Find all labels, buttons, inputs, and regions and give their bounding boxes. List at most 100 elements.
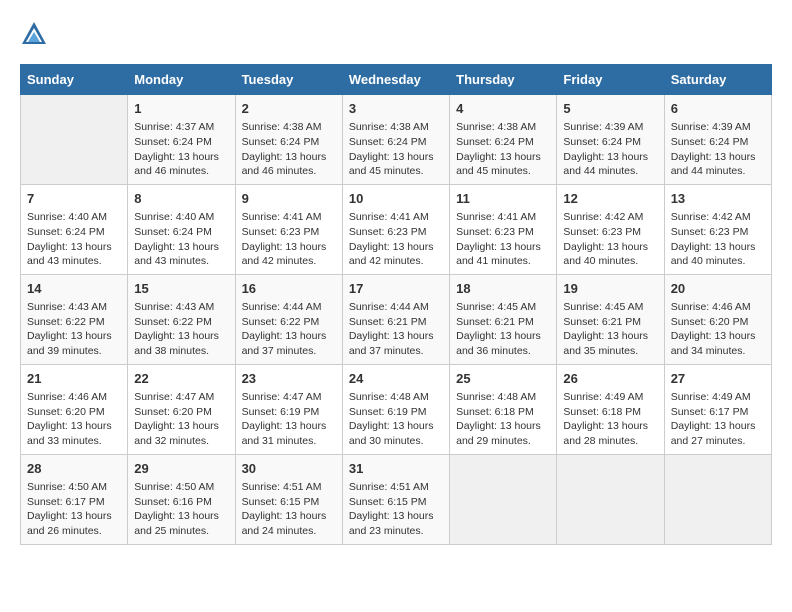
week-row-4: 21 Sunrise: 4:46 AM Sunset: 6:20 PM Dayli… [21, 364, 772, 454]
day-info: Sunrise: 4:51 AM Sunset: 6:15 PM Dayligh… [349, 480, 443, 539]
calendar-cell: 20Sunrise: 4:46 AM Sunset: 6:20 PM Dayli… [664, 274, 771, 364]
calendar-cell: 23 Sunrise: 4:47 AM Sunset: 6:19 PM Dayli… [235, 364, 342, 454]
day-info: Sunrise: 4:40 AM Sunset: 6:24 PM Dayligh… [27, 210, 121, 269]
day-info: Sunrise: 4:50 AM Sunset: 6:17 PM Dayligh… [27, 480, 121, 539]
day-info: Sunrise: 4:37 AM Sunset: 6:24 PM Dayligh… [134, 120, 228, 179]
calendar-cell: 7 Sunrise: 4:40 AM Sunset: 6:24 PM Daylig… [21, 184, 128, 274]
day-number: 3 [349, 100, 443, 118]
day-number: 7 [27, 190, 121, 208]
day-number: 20 [671, 280, 765, 298]
day-info: Sunrise: 4:51 AM Sunset: 6:15 PM Dayligh… [242, 480, 336, 539]
week-row-2: 7 Sunrise: 4:40 AM Sunset: 6:24 PM Daylig… [21, 184, 772, 274]
day-info: Sunrise: 4:43 AM Sunset: 6:22 PM Dayligh… [27, 300, 121, 359]
calendar-cell: 11 Sunrise: 4:41 AM Sunset: 6:23 PM Dayli… [450, 184, 557, 274]
day-header-monday: Monday [128, 65, 235, 95]
day-number: 21 [27, 370, 121, 388]
calendar-cell: 9 Sunrise: 4:41 AM Sunset: 6:23 PM Daylig… [235, 184, 342, 274]
day-number: 19 [563, 280, 657, 298]
calendar-cell [21, 95, 128, 185]
day-number: 12 [563, 190, 657, 208]
calendar-cell: 4 Sunrise: 4:38 AM Sunset: 6:24 PM Daylig… [450, 95, 557, 185]
calendar-cell: 5 Sunrise: 4:39 AM Sunset: 6:24 PM Daylig… [557, 95, 664, 185]
day-header-wednesday: Wednesday [342, 65, 449, 95]
logo-icon [20, 20, 48, 48]
day-number: 27 [671, 370, 765, 388]
day-header-sunday: Sunday [21, 65, 128, 95]
calendar-cell: 21 Sunrise: 4:46 AM Sunset: 6:20 PM Dayli… [21, 364, 128, 454]
page-header [20, 20, 772, 48]
day-number: 15 [134, 280, 228, 298]
calendar-cell: 8 Sunrise: 4:40 AM Sunset: 6:24 PM Daylig… [128, 184, 235, 274]
calendar-cell: 29Sunrise: 4:50 AM Sunset: 6:16 PM Dayli… [128, 454, 235, 544]
calendar-cell: 19 Sunrise: 4:45 AM Sunset: 6:21 PM Dayli… [557, 274, 664, 364]
logo [20, 20, 52, 48]
calendar-cell: 12 Sunrise: 4:42 AM Sunset: 6:23 PM Dayli… [557, 184, 664, 274]
day-number: 4 [456, 100, 550, 118]
day-info: Sunrise: 4:45 AM Sunset: 6:21 PM Dayligh… [456, 300, 550, 359]
day-number: 18 [456, 280, 550, 298]
day-number: 6 [671, 100, 765, 118]
week-row-1: 1 Sunrise: 4:37 AM Sunset: 6:24 PM Daylig… [21, 95, 772, 185]
week-row-5: 28Sunrise: 4:50 AM Sunset: 6:17 PM Dayli… [21, 454, 772, 544]
day-info: Sunrise: 4:41 AM Sunset: 6:23 PM Dayligh… [349, 210, 443, 269]
day-info: Sunrise: 4:40 AM Sunset: 6:24 PM Dayligh… [134, 210, 228, 269]
day-header-thursday: Thursday [450, 65, 557, 95]
day-info: Sunrise: 4:38 AM Sunset: 6:24 PM Dayligh… [349, 120, 443, 179]
calendar-cell: 31Sunrise: 4:51 AM Sunset: 6:15 PM Dayli… [342, 454, 449, 544]
calendar-cell [664, 454, 771, 544]
day-info: Sunrise: 4:48 AM Sunset: 6:19 PM Dayligh… [349, 390, 443, 449]
day-number: 1 [134, 100, 228, 118]
calendar-cell: 30 Sunrise: 4:51 AM Sunset: 6:15 PM Dayli… [235, 454, 342, 544]
day-number: 30 [242, 460, 336, 478]
day-info: Sunrise: 4:47 AM Sunset: 6:20 PM Dayligh… [134, 390, 228, 449]
calendar-cell: 16 Sunrise: 4:44 AM Sunset: 6:22 PM Dayli… [235, 274, 342, 364]
day-info: Sunrise: 4:42 AM Sunset: 6:23 PM Dayligh… [563, 210, 657, 269]
day-header-saturday: Saturday [664, 65, 771, 95]
day-number: 11 [456, 190, 550, 208]
day-info: Sunrise: 4:49 AM Sunset: 6:18 PM Dayligh… [563, 390, 657, 449]
day-info: Sunrise: 4:46 AM Sunset: 6:20 PM Dayligh… [27, 390, 121, 449]
day-number: 8 [134, 190, 228, 208]
day-info: Sunrise: 4:42 AM Sunset: 6:23 PM Dayligh… [671, 210, 765, 269]
day-number: 24 [349, 370, 443, 388]
calendar-cell: 14Sunrise: 4:43 AM Sunset: 6:22 PM Dayli… [21, 274, 128, 364]
day-number: 13 [671, 190, 765, 208]
day-info: Sunrise: 4:39 AM Sunset: 6:24 PM Dayligh… [563, 120, 657, 179]
calendar-table: SundayMondayTuesdayWednesdayThursdayFrid… [20, 64, 772, 545]
calendar-cell: 24 Sunrise: 4:48 AM Sunset: 6:19 PM Dayli… [342, 364, 449, 454]
calendar-cell: 1 Sunrise: 4:37 AM Sunset: 6:24 PM Daylig… [128, 95, 235, 185]
day-number: 22 [134, 370, 228, 388]
calendar-cell: 26 Sunrise: 4:49 AM Sunset: 6:18 PM Dayli… [557, 364, 664, 454]
day-header-friday: Friday [557, 65, 664, 95]
day-number: 9 [242, 190, 336, 208]
day-info: Sunrise: 4:38 AM Sunset: 6:24 PM Dayligh… [456, 120, 550, 179]
day-info: Sunrise: 4:39 AM Sunset: 6:24 PM Dayligh… [671, 120, 765, 179]
calendar-cell: 6 Sunrise: 4:39 AM Sunset: 6:24 PM Daylig… [664, 95, 771, 185]
calendar-cell: 27Sunrise: 4:49 AM Sunset: 6:17 PM Dayli… [664, 364, 771, 454]
day-header-tuesday: Tuesday [235, 65, 342, 95]
calendar-cell: 10 Sunrise: 4:41 AM Sunset: 6:23 PM Dayli… [342, 184, 449, 274]
calendar-cell: 18 Sunrise: 4:45 AM Sunset: 6:21 PM Dayli… [450, 274, 557, 364]
header-row: SundayMondayTuesdayWednesdayThursdayFrid… [21, 65, 772, 95]
calendar-cell: 28Sunrise: 4:50 AM Sunset: 6:17 PM Dayli… [21, 454, 128, 544]
day-number: 2 [242, 100, 336, 118]
day-info: Sunrise: 4:47 AM Sunset: 6:19 PM Dayligh… [242, 390, 336, 449]
week-row-3: 14Sunrise: 4:43 AM Sunset: 6:22 PM Dayli… [21, 274, 772, 364]
day-number: 10 [349, 190, 443, 208]
day-info: Sunrise: 4:44 AM Sunset: 6:22 PM Dayligh… [242, 300, 336, 359]
day-number: 16 [242, 280, 336, 298]
day-info: Sunrise: 4:41 AM Sunset: 6:23 PM Dayligh… [456, 210, 550, 269]
day-info: Sunrise: 4:45 AM Sunset: 6:21 PM Dayligh… [563, 300, 657, 359]
calendar-cell: 13 Sunrise: 4:42 AM Sunset: 6:23 PM Dayli… [664, 184, 771, 274]
day-info: Sunrise: 4:43 AM Sunset: 6:22 PM Dayligh… [134, 300, 228, 359]
day-number: 23 [242, 370, 336, 388]
calendar-cell: 22 Sunrise: 4:47 AM Sunset: 6:20 PM Dayli… [128, 364, 235, 454]
day-info: Sunrise: 4:50 AM Sunset: 6:16 PM Dayligh… [134, 480, 228, 539]
day-number: 5 [563, 100, 657, 118]
day-number: 26 [563, 370, 657, 388]
calendar-cell: 15 Sunrise: 4:43 AM Sunset: 6:22 PM Dayli… [128, 274, 235, 364]
day-info: Sunrise: 4:48 AM Sunset: 6:18 PM Dayligh… [456, 390, 550, 449]
day-info: Sunrise: 4:41 AM Sunset: 6:23 PM Dayligh… [242, 210, 336, 269]
calendar-cell: 25Sunrise: 4:48 AM Sunset: 6:18 PM Dayli… [450, 364, 557, 454]
day-number: 17 [349, 280, 443, 298]
